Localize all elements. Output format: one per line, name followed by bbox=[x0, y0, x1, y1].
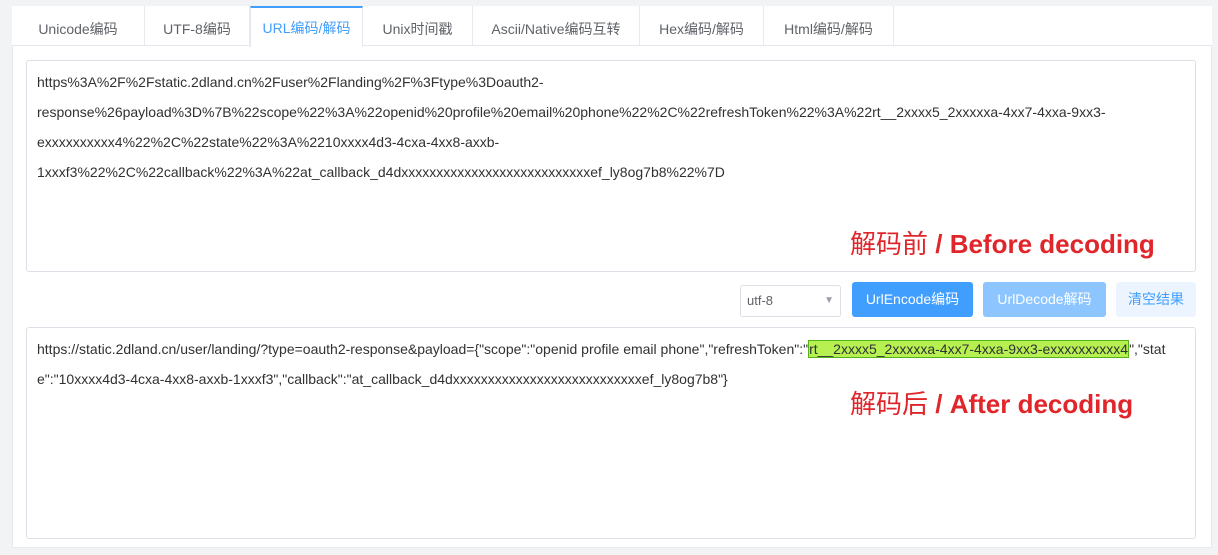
input-line: exxxxxxxxxx4%22%2C%22state%22%3A%2210xxx… bbox=[37, 134, 500, 150]
annotation-after-decoding: 解码后 / After decoding bbox=[850, 384, 1133, 421]
charset-value: utf-8 bbox=[747, 293, 774, 308]
annotation-before-decoding: 解码前 / Before decoding bbox=[850, 224, 1155, 261]
tab-ascii-native[interactable]: Ascii/Native编码互转 bbox=[473, 6, 640, 46]
tab-unix-timestamp[interactable]: Unix时间戳 bbox=[363, 6, 473, 46]
tab-hex[interactable]: Hex编码/解码 bbox=[640, 6, 764, 46]
url-encode-button[interactable]: UrlEncode编码 bbox=[852, 282, 973, 317]
input-line: response%26payload%3D%7B%22scope%22%3A%2… bbox=[37, 104, 1106, 120]
input-line: 1xxxf3%22%2C%22callback%22%3A%22at_callb… bbox=[37, 164, 725, 180]
tab-url[interactable]: URL编码/解码 bbox=[250, 6, 363, 47]
tab-utf8[interactable]: UTF-8编码 bbox=[145, 6, 250, 46]
charset-select[interactable]: utf-8 ▼ bbox=[740, 285, 841, 317]
annotation-after-sep: / bbox=[928, 389, 950, 419]
annotation-before-sep: / bbox=[928, 229, 950, 259]
input-line: https%3A%2F%2Fstatic.2dland.cn%2Fuser%2F… bbox=[37, 74, 544, 90]
output-text-prefix: https://static.2dland.cn/user/landing/?t… bbox=[37, 341, 809, 357]
output-textarea[interactable]: https://static.2dland.cn/user/landing/?t… bbox=[26, 327, 1196, 539]
chevron-down-icon: ▼ bbox=[824, 295, 834, 306]
refresh-token-highlight: rt__2xxxx5_2xxxxxa-4xx7-4xxa-9xx3-exxxxx… bbox=[808, 340, 1130, 358]
clear-results-button[interactable]: 清空结果 bbox=[1116, 282, 1196, 317]
tab-bar: Unicode编码 UTF-8编码 URL编码/解码 Unix时间戳 Ascii… bbox=[12, 6, 1212, 47]
url-decode-button[interactable]: UrlDecode解码 bbox=[983, 282, 1106, 317]
annotation-after-en: After decoding bbox=[949, 389, 1134, 419]
tab-html[interactable]: Html编码/解码 bbox=[764, 6, 894, 46]
annotation-before-en: Before decoding bbox=[949, 229, 1155, 259]
annotation-before-cn: 解码前 bbox=[850, 230, 929, 260]
tab-unicode[interactable]: Unicode编码 bbox=[12, 6, 145, 46]
annotation-after-cn: 解码后 bbox=[850, 390, 929, 420]
